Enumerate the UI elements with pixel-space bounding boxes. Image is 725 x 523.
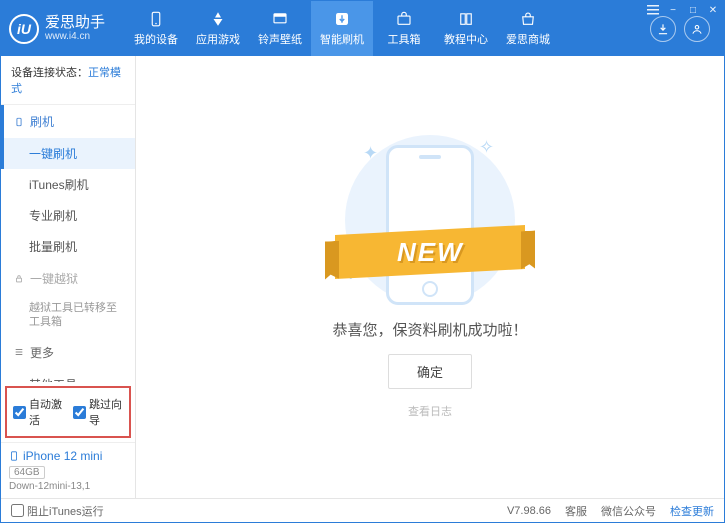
minimize-button[interactable]: − (666, 3, 680, 17)
device-capacity: 64GB (9, 466, 45, 479)
list-icon (14, 347, 24, 357)
logo-icon: iU (9, 14, 39, 44)
media-icon (271, 10, 289, 28)
brand-url: www.i4.cn (45, 31, 105, 42)
success-illustration: ✦ ✧ • NEW (325, 135, 535, 305)
ok-button[interactable]: 确定 (388, 354, 472, 389)
footer: 阻止iTunes运行 V7.98.66 客服 微信公众号 检查更新 (1, 498, 724, 522)
phone-graphic (386, 145, 474, 305)
window-controls: − □ ✕ (646, 3, 720, 17)
flash-icon (333, 10, 351, 28)
main-content: ✦ ✧ • NEW 恭喜您，保资料刷机成功啦！ 确定 查看日志 (136, 56, 724, 498)
menu-icon[interactable] (646, 3, 660, 17)
phone-icon (147, 10, 165, 28)
nav-label: 我的设备 (134, 31, 178, 47)
nav-store[interactable]: 爱思商城 (497, 1, 559, 56)
sparkle-icon: ✦ (363, 143, 377, 157)
nav-toolbox[interactable]: 工具箱 (373, 1, 435, 56)
phone-icon (14, 117, 24, 127)
logo: iU 爱思助手 www.i4.cn (9, 14, 105, 44)
nav-apps[interactable]: 应用游戏 (187, 1, 249, 56)
brand-name: 爱思助手 (45, 15, 105, 32)
sidebar-item-other[interactable]: 其他工具 (1, 369, 135, 382)
jailbreak-note: 越狱工具已转移至工具箱 (1, 295, 135, 336)
nav-label: 爱思商城 (506, 31, 550, 47)
sidebar-item-pro[interactable]: 专业刷机 (1, 200, 135, 231)
apps-icon (209, 10, 227, 28)
checkbox-block-itunes[interactable]: 阻止iTunes运行 (11, 503, 104, 519)
account-button[interactable] (684, 16, 710, 42)
success-message: 恭喜您，保资料刷机成功啦！ (332, 319, 527, 340)
nav-tutorials[interactable]: 教程中心 (435, 1, 497, 56)
section-title: 一键越狱 (30, 270, 78, 287)
nav-label: 教程中心 (444, 31, 488, 47)
lock-icon (14, 274, 24, 284)
store-icon (519, 10, 537, 28)
device-firmware: Down-12mini-13,1 (9, 481, 127, 492)
sidebar-item-itunes[interactable]: iTunes刷机 (1, 169, 135, 200)
sidebar-item-oneclick[interactable]: 一键刷机 (1, 138, 135, 169)
download-button[interactable] (650, 16, 676, 42)
support-link[interactable]: 客服 (565, 503, 587, 519)
section-jailbreak: 一键越狱 (1, 262, 135, 295)
close-button[interactable]: ✕ (706, 3, 720, 17)
nav-my-device[interactable]: 我的设备 (125, 1, 187, 56)
nav-flash[interactable]: 智能刷机 (311, 1, 373, 56)
options-row: 自动激活 跳过向导 (5, 386, 131, 438)
nav-media[interactable]: 铃声壁纸 (249, 1, 311, 56)
nav-label: 应用游戏 (196, 31, 240, 47)
nav-label: 工具箱 (388, 31, 421, 47)
device-name: iPhone 12 mini (23, 449, 102, 463)
section-more[interactable]: 更多 (1, 336, 135, 369)
wechat-link[interactable]: 微信公众号 (601, 503, 656, 519)
header-actions (650, 16, 716, 42)
book-icon (457, 10, 475, 28)
nav-label: 智能刷机 (320, 31, 364, 47)
app-window: − □ ✕ iU 爱思助手 www.i4.cn 我的设备 应用游戏 铃声壁纸 (0, 0, 725, 523)
update-link[interactable]: 检查更新 (670, 503, 714, 519)
phone-icon (9, 449, 19, 463)
section-title: 更多 (30, 344, 54, 361)
device-panel[interactable]: iPhone 12 mini 64GB Down-12mini-13,1 (1, 442, 135, 498)
view-log-link[interactable]: 查看日志 (408, 403, 452, 419)
toolbox-icon (395, 10, 413, 28)
section-flash[interactable]: 刷机 (1, 105, 135, 138)
checkbox-auto-activate[interactable]: 自动激活 (13, 396, 63, 428)
version-label: V7.98.66 (507, 505, 551, 517)
title-bar: − □ ✕ iU 爱思助手 www.i4.cn 我的设备 应用游戏 铃声壁纸 (1, 1, 724, 56)
section-title: 刷机 (30, 113, 54, 130)
checkbox-skip-guide[interactable]: 跳过向导 (73, 396, 123, 428)
sparkle-icon: ✧ (479, 137, 493, 151)
device-status: 设备连接状态：正常模式 (1, 56, 135, 105)
sidebar: 设备连接状态：正常模式 刷机 一键刷机 iTunes刷机 专业刷机 批量刷机 一… (1, 56, 136, 498)
nav-label: 铃声壁纸 (258, 31, 302, 47)
new-banner: NEW (335, 225, 525, 279)
status-label: 设备连接状态： (11, 67, 88, 79)
maximize-button[interactable]: □ (686, 3, 700, 17)
sidebar-item-batch[interactable]: 批量刷机 (1, 231, 135, 262)
top-nav: 我的设备 应用游戏 铃声壁纸 智能刷机 工具箱 教程中心 (125, 1, 559, 56)
